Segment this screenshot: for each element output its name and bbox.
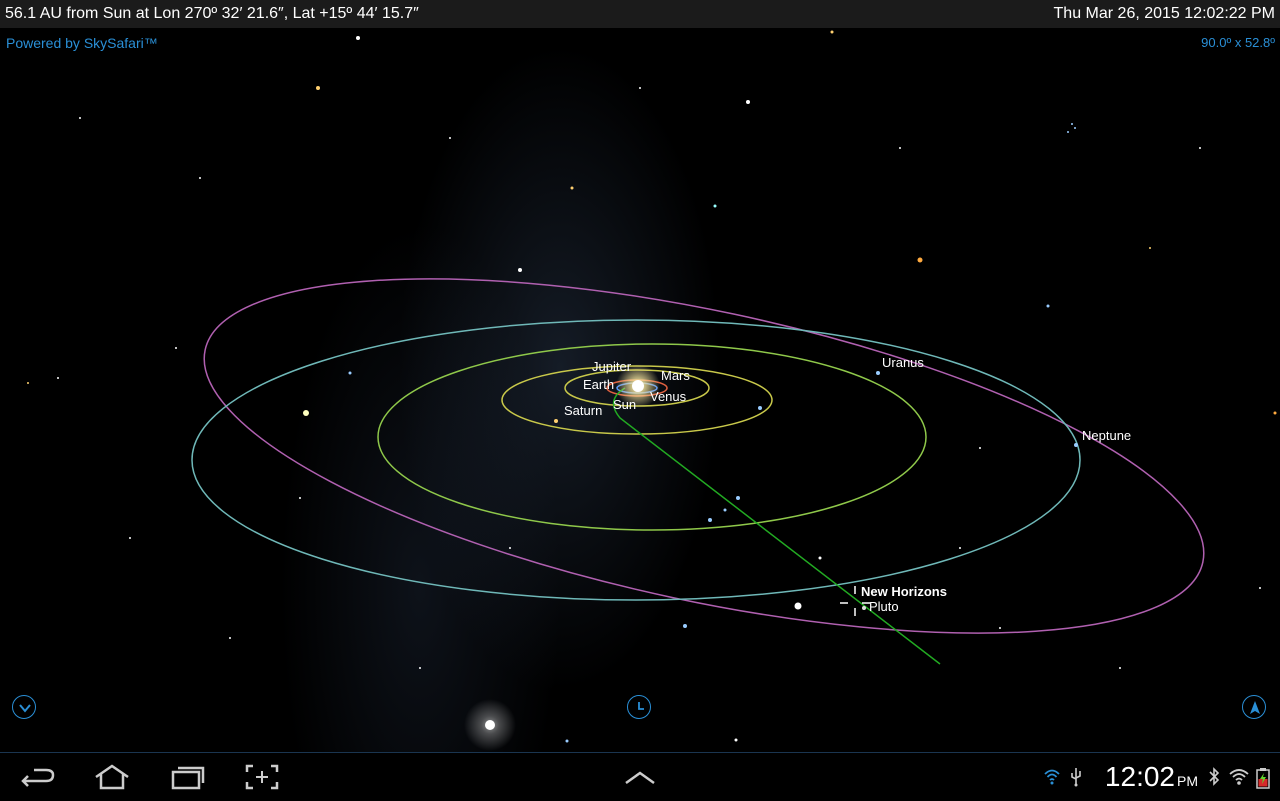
- recent-apps-icon[interactable]: [168, 763, 208, 791]
- chevron-down-icon: [19, 704, 31, 713]
- label-uranus[interactable]: Uranus: [882, 355, 924, 370]
- observer-location: 56.1 AU from Sun at Lon 270º 32′ 21.6″, …: [5, 5, 419, 22]
- bright-star: [464, 699, 516, 751]
- home-icon[interactable]: [92, 763, 132, 791]
- new-horizons-trajectory: [612, 387, 941, 665]
- neptune-dot[interactable]: [1074, 443, 1078, 447]
- back-icon[interactable]: [20, 763, 58, 791]
- label-mars[interactable]: Mars: [661, 368, 690, 383]
- label-pluto[interactable]: Pluto: [869, 599, 899, 614]
- system-navigation-bar: 12:02 PM: [0, 752, 1280, 801]
- pluto-dot[interactable]: [862, 606, 866, 610]
- compass-arrow-icon: [1250, 701, 1260, 714]
- wifi-signal-icon: [1229, 769, 1249, 785]
- label-neptune[interactable]: Neptune: [1082, 428, 1131, 443]
- sky-chart[interactable]: Jupiter Mars Earth Venus Sun Saturn Uran…: [0, 28, 1280, 752]
- usb-icon: [1071, 768, 1081, 787]
- pluto-orbit: [203, 278, 1205, 634]
- top-info-bar: 56.1 AU from Sun at Lon 270º 32′ 21.6″, …: [0, 0, 1280, 28]
- battery-charging-icon: [1256, 768, 1270, 789]
- field-of-view: 90.0º x 52.8º: [1201, 35, 1275, 50]
- label-venus[interactable]: Venus: [650, 389, 687, 404]
- wifi-icon: [1044, 769, 1060, 785]
- bluetooth-icon: [1209, 767, 1220, 786]
- chevron-up-icon[interactable]: [622, 763, 658, 791]
- menu-toggle-button[interactable]: [12, 695, 36, 719]
- time-flow-button[interactable]: [627, 695, 651, 719]
- label-earth[interactable]: Earth: [583, 377, 614, 392]
- date-time[interactable]: Thu Mar 26, 2015 12:02:22 PM: [1054, 5, 1275, 23]
- orbits: [191, 278, 1205, 634]
- neptune-orbit: [191, 319, 1081, 601]
- powered-by-label: Powered by SkySafari™: [6, 35, 158, 51]
- compass-button[interactable]: [1242, 695, 1266, 719]
- clock-ampm: PM: [1177, 773, 1198, 789]
- label-sun[interactable]: Sun: [613, 397, 636, 412]
- label-saturn[interactable]: Saturn: [564, 403, 602, 418]
- label-new-horizons[interactable]: New Horizons: [861, 584, 947, 599]
- label-jupiter[interactable]: Jupiter: [592, 359, 632, 374]
- clock-icon: [638, 702, 644, 710]
- system-clock[interactable]: 12:02 PM: [1105, 761, 1198, 793]
- saturn-dot[interactable]: [554, 419, 558, 423]
- clock-time: 12:02: [1104, 761, 1175, 792]
- uranus-dot[interactable]: [876, 371, 880, 375]
- sky-canvas[interactable]: Jupiter Mars Earth Venus Sun Saturn Uran…: [0, 28, 1280, 752]
- screenshot-icon[interactable]: [244, 763, 280, 791]
